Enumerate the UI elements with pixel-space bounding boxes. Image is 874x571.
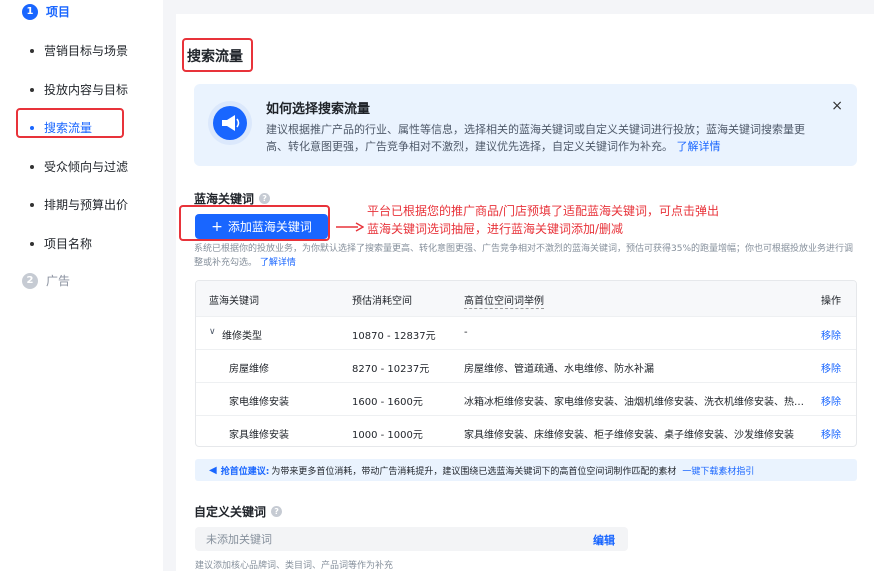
step-number: 2 xyxy=(22,272,38,289)
info-description-text: 建议根据推广产品的行业、属性等信息，选择相关的蓝海关键词或自定义关键词进行投放；… xyxy=(266,123,805,153)
examples-cell: 房屋维修、管道疏通、水电维修、防水补漏 xyxy=(464,364,654,375)
space-cell: 1000 - 1000元 xyxy=(352,430,423,441)
input-placeholder: 未添加关键词 xyxy=(206,533,272,546)
bullet-icon xyxy=(30,87,34,92)
column-header-keyword: 蓝海关键词 xyxy=(209,296,259,307)
column-header-space: 预估消耗空间 xyxy=(352,296,412,307)
megaphone-icon: ◀ xyxy=(209,464,217,476)
annotation-line: 平台已根据您的推广商品/门店预填了适配蓝海关键词，可点击弹出 xyxy=(367,204,720,218)
learn-more-link[interactable]: 了解详情 xyxy=(260,258,296,268)
space-cell: 8270 - 10237元 xyxy=(352,364,430,375)
step-ad[interactable]: 2 广告 xyxy=(22,272,70,289)
sidebar-item-marketing-goal[interactable]: 营销目标与场景 xyxy=(30,42,128,59)
step-label: 广告 xyxy=(46,274,71,288)
table-row: 家电维修安装 1600 - 1600元 冰箱冰柜维修安装、家电维修安装、油烟机维… xyxy=(196,382,856,415)
examples-cell: 冰箱冰柜维修安装、家电维修安装、油烟机维修安装、洗衣机维修安装、热… xyxy=(464,397,804,408)
sidebar-item-schedule-budget[interactable]: 排期与预算出价 xyxy=(30,196,128,213)
keyword-table: 蓝海关键词 预估消耗空间 高首位空间词举例 操作 ∨ 维修类型 10870 - … xyxy=(195,280,857,447)
examples-cell: 家具维修安装、床维修安装、柜子维修安装、桌子维修安装、沙发维修安装 xyxy=(464,430,794,441)
keyword-cell: 房屋维修 xyxy=(229,364,269,375)
close-icon[interactable]: × xyxy=(831,98,843,114)
step-label: 项目 xyxy=(46,5,71,19)
table-row: ∨ 维修类型 10870 - 12837元 - 移除 xyxy=(196,316,856,349)
sidebar: 1 项目 营销目标与场景 投放内容与目标 搜索流量 受众倾向与过滤 排期与预算出… xyxy=(0,0,163,571)
annotation-line: 蓝海关键词选词抽屉，进行蓝海关键词添加/删减 xyxy=(367,222,624,236)
sidebar-item-label: 排期与预算出价 xyxy=(44,198,129,212)
space-cell: 10870 - 12837元 xyxy=(352,331,436,342)
section-label-text: 自定义关键词 xyxy=(194,505,267,519)
bullet-icon xyxy=(30,241,34,246)
info-title: 如何选择搜索流量 xyxy=(266,102,371,117)
edit-button[interactable]: 编辑 xyxy=(593,532,615,548)
table-row: 房屋维修 8270 - 10237元 房屋维修、管道疏通、水电维修、防水补漏 移… xyxy=(196,349,856,382)
keyword-cell: 维修类型 xyxy=(222,331,262,342)
step-project[interactable]: 1 项目 xyxy=(22,3,70,20)
sidebar-item-audience[interactable]: 受众倾向与过滤 xyxy=(30,158,128,175)
table-header: 蓝海关键词 预估消耗空间 高首位空间词举例 操作 xyxy=(196,281,856,316)
examples-cell: - xyxy=(464,327,468,338)
remove-link[interactable]: 移除 xyxy=(821,360,841,375)
remove-link[interactable]: 移除 xyxy=(821,327,841,342)
main-panel: 搜索流量 如何选择搜索流量 建议根据推广产品的行业、属性等信息，选择相关的蓝海关… xyxy=(176,14,874,571)
highlight-box-button xyxy=(179,205,330,241)
custom-keyword-label: 自定义关键词 ? xyxy=(194,503,283,520)
column-header-examples: 高首位空间词举例 xyxy=(464,292,544,309)
highlight-box-sidebar xyxy=(16,108,124,138)
sidebar-item-label: 项目名称 xyxy=(44,237,93,251)
step-number: 1 xyxy=(22,3,38,20)
help-icon[interactable]: ? xyxy=(259,193,271,204)
sidebar-item-label: 投放内容与目标 xyxy=(44,83,129,97)
download-guide-link[interactable]: 一键下载素材指引 xyxy=(682,464,754,477)
keyword-cell: 家电维修安装 xyxy=(229,397,289,408)
space-cell: 1600 - 1600元 xyxy=(352,397,423,408)
bullet-icon xyxy=(30,48,34,53)
table-row: 家具维修安装 1000 - 1000元 家具维修安装、床维修安装、柜子维修安装、… xyxy=(196,415,856,446)
custom-keyword-hint: 建议添加核心品牌词、类目词、产品词等作为补充 xyxy=(195,561,394,571)
keyword-cell: 家具维修安装 xyxy=(229,430,289,441)
tip-text: 为带来更多首位消耗，带动广告消耗提升，建议围绕已选蓝海关键词下的高首位空间词制作… xyxy=(271,466,677,477)
highlight-box-title xyxy=(182,38,253,72)
sidebar-item-label: 营销目标与场景 xyxy=(44,44,129,58)
remove-link[interactable]: 移除 xyxy=(821,426,841,441)
sidebar-item-content-target[interactable]: 投放内容与目标 xyxy=(30,81,128,98)
sidebar-item-project-name[interactable]: 项目名称 xyxy=(30,235,92,252)
megaphone-icon xyxy=(208,101,252,145)
blue-keyword-hint: 系统已根据你的投放业务，为你默认选择了搜索量更高、转化意图更强、广告竞争相对不激… xyxy=(194,242,854,270)
arrow-right-icon xyxy=(336,222,364,232)
remove-link[interactable]: 移除 xyxy=(821,393,841,408)
tip-key: 抢首位建议: xyxy=(220,466,270,477)
custom-keyword-input[interactable]: 未添加关键词 编辑 xyxy=(195,527,628,551)
learn-more-link[interactable]: 了解详情 xyxy=(677,140,721,153)
info-description: 建议根据推广产品的行业、属性等信息，选择相关的蓝海关键词或自定义关键词进行投放；… xyxy=(266,121,826,155)
chevron-down-icon[interactable]: ∨ xyxy=(209,327,216,337)
info-card: 如何选择搜索流量 建议根据推广产品的行业、属性等信息，选择相关的蓝海关键词或自定… xyxy=(194,84,857,166)
bullet-icon xyxy=(30,164,34,169)
help-icon[interactable]: ? xyxy=(271,506,283,517)
sidebar-item-label: 受众倾向与过滤 xyxy=(44,160,129,174)
annotation-text: 平台已根据您的推广商品/门店预填了适配蓝海关键词，可点击弹出 蓝海关键词选词抽屉… xyxy=(367,202,767,238)
column-header-operation: 操作 xyxy=(821,296,841,307)
bullet-icon xyxy=(30,202,34,207)
tip-bar: ◀ 抢首位建议: 为带来更多首位消耗，带动广告消耗提升，建议围绕已选蓝海关键词下… xyxy=(195,459,857,481)
